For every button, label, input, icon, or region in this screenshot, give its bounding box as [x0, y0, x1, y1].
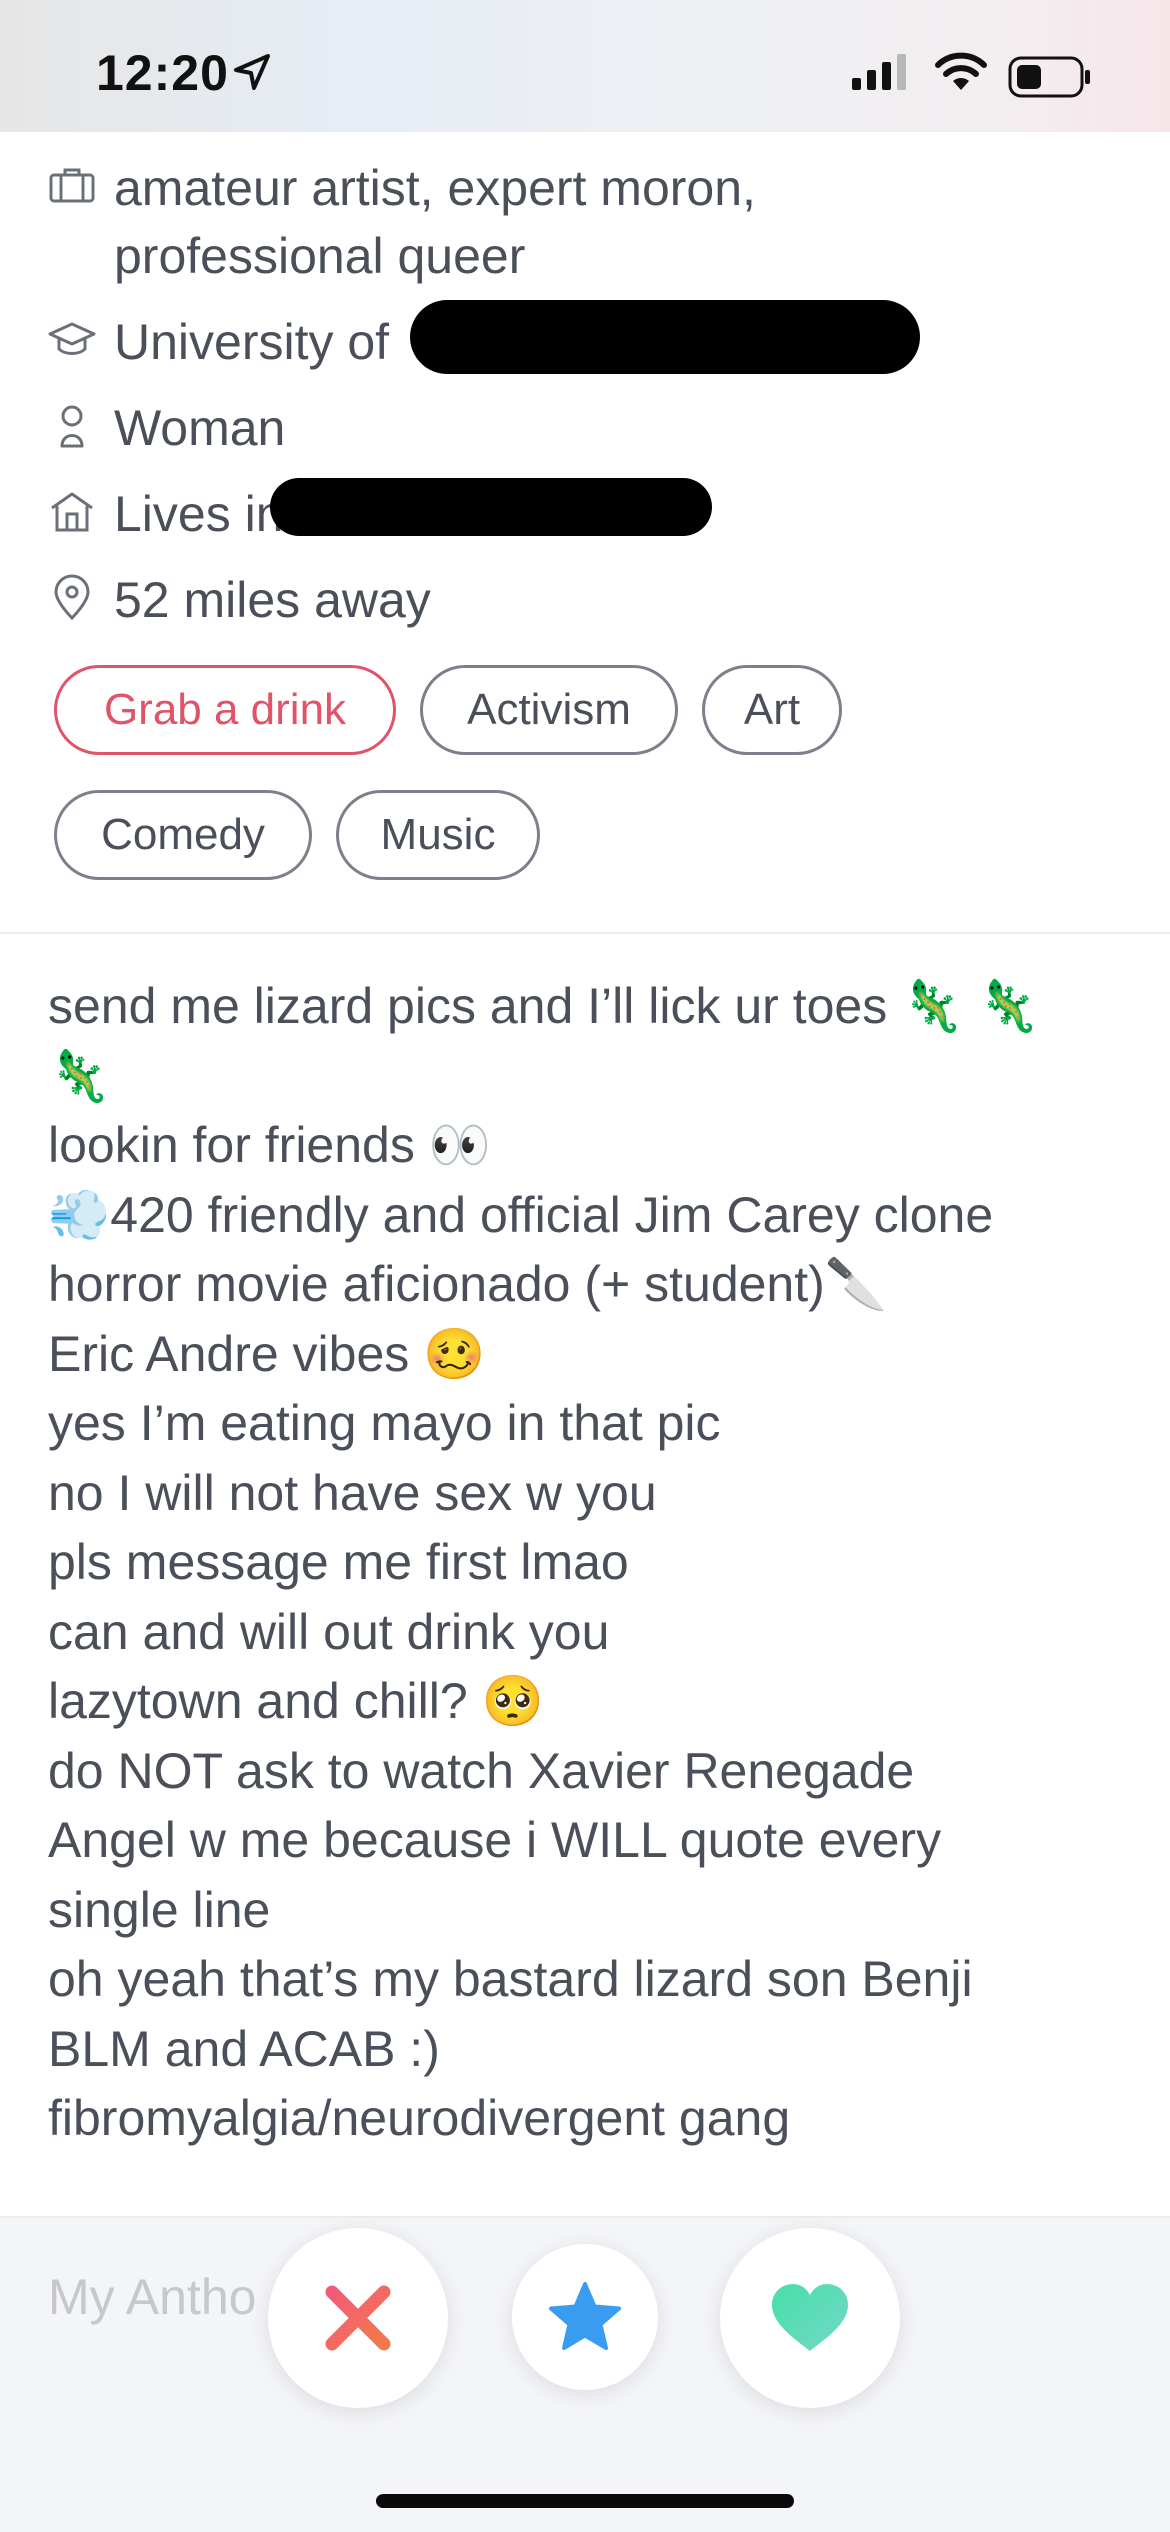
briefcase-icon [49, 168, 95, 203]
school-row: University of [48, 308, 389, 376]
dash-emoji: 💨 [48, 1186, 111, 1243]
lizard-emoji: 🦎 🦎 [887, 978, 1040, 1034]
person-icon [60, 405, 84, 448]
battery-icon [1008, 56, 1090, 98]
cellular-signal-icon [852, 54, 906, 90]
bio-line: yes I’m eating mayo in that pic [48, 1395, 721, 1451]
x-icon [325, 2285, 391, 2351]
eyes-emoji: 👀 [414, 1117, 492, 1173]
interest-chip-activism[interactable]: Activism [420, 665, 678, 755]
location-arrow-icon [234, 54, 270, 90]
bio-line: Eric Andre vibes 🥴 [48, 1320, 1138, 1390]
interest-chip-art[interactable]: Art [702, 665, 842, 755]
house-icon [51, 492, 93, 532]
distance-text: 52 miles away [114, 572, 431, 628]
distance-row: 52 miles away [48, 566, 431, 634]
bio-line: 🦎 [48, 1042, 1138, 1112]
bio-line: Angel w me because i WILL quote every [48, 1812, 942, 1868]
pleading-face-emoji: 🥺 [467, 1673, 544, 1729]
status-time: 12:20 [96, 45, 229, 101]
graduation-cap-icon [48, 322, 96, 355]
gender-row: Woman [48, 394, 285, 462]
section-divider [0, 2216, 1170, 2218]
interest-chip-grab-a-drink[interactable]: Grab a drink [54, 665, 396, 755]
location-pin-icon [54, 574, 90, 621]
star-icon [549, 2282, 621, 2350]
bio-line: send me lizard pics and I’ll lick ur toe… [48, 972, 1138, 1042]
lizard-emoji: 🦎 [48, 1047, 111, 1104]
like-button[interactable] [720, 2228, 900, 2408]
bio-line: fibromyalgia/neurodivergent gang [48, 2090, 791, 2146]
wifi-icon [935, 52, 987, 90]
bio-line: can and will out drink you [48, 1603, 610, 1660]
bio-line: BLM and ACAB :) [48, 2020, 440, 2077]
home-indicator[interactable] [376, 2494, 794, 2508]
super-like-button[interactable] [512, 2244, 658, 2390]
knife-emoji: 🔪 [824, 1256, 888, 1312]
nope-button[interactable] [268, 2228, 448, 2408]
gender-text: Woman [114, 400, 286, 456]
bio-line: oh yeah that’s my bastard lizard son Ben… [48, 1951, 973, 2007]
bio-line: 💨 420 friendly and official Jim Carey clo… [48, 1181, 1138, 1251]
lives-text: Lives in [114, 486, 284, 542]
bio-text: send me lizard pics and I’ll lick ur toe… [48, 972, 1138, 2154]
school-text: University of [114, 314, 390, 370]
woozy-face-emoji: 🥴 [409, 1325, 486, 1382]
interest-chip-comedy[interactable]: Comedy [54, 790, 312, 880]
bio-line: lazytown and chill? 🥺 [48, 1667, 1138, 1737]
bio-line: horror movie aficionado (+ student) 🔪 [48, 1250, 1138, 1320]
job-text: amateur artist, expert moron, [114, 160, 756, 216]
status-bar: 12:20 [0, 0, 1170, 132]
next-section-heading: My Antho [48, 2269, 257, 2325]
heart-icon [772, 2284, 848, 2351]
bio-line: lookin for friends 👀 [48, 1111, 1138, 1181]
redaction-location [270, 478, 712, 536]
lives-row: Lives in [48, 480, 284, 548]
section-divider [0, 932, 1170, 934]
bio-line: no I will not have sex w you [48, 1464, 657, 1521]
interest-chip-music[interactable]: Music [336, 790, 540, 880]
bio-line: single line [48, 1881, 271, 1938]
redaction-school [410, 300, 920, 374]
bio-line: pls message me first lmao [48, 1534, 629, 1590]
bio-line: do NOT ask to watch Xavier Renegade [48, 1742, 915, 1799]
job-text-line2: professional queer [114, 228, 526, 284]
job-row: amateur artist, expert moron, profession… [48, 154, 756, 290]
